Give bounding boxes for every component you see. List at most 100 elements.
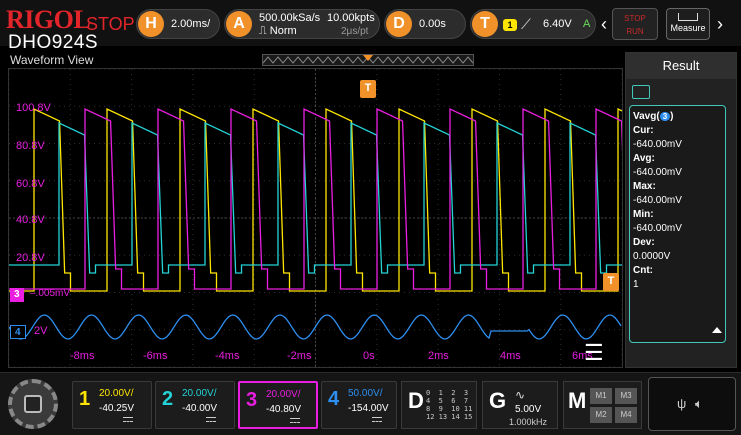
result-title: Result: [626, 53, 736, 79]
measure-type-icon[interactable]: [632, 85, 650, 99]
trigger-button[interactable]: T 6.40V A: [470, 9, 596, 39]
menu-icon[interactable]: ☰: [584, 340, 604, 366]
horizontal-timebase-button[interactable]: H 2.00ms/: [136, 9, 220, 39]
result-label: Cur:: [633, 125, 654, 136]
rising-edge-icon: ⟋: [521, 16, 531, 32]
ch3-offset: -40.80V: [266, 404, 302, 415]
trigger-position-marker[interactable]: T: [360, 80, 376, 98]
result-label: Max:: [633, 181, 656, 192]
result-value: 0.0000V: [633, 251, 671, 262]
ch4-scale: 50.00V/: [348, 388, 383, 399]
math-m3-button[interactable]: M3: [615, 388, 637, 404]
trigger-level-marker[interactable]: T: [603, 273, 619, 291]
ch2-scale: 20.00V/: [182, 388, 217, 399]
dc-coupling-icon: [372, 417, 382, 422]
result-value: -640.00mV: [633, 167, 682, 178]
result-label: Cnt:: [633, 265, 653, 276]
stop-label: STOP: [624, 14, 646, 23]
memory-position-strip[interactable]: [262, 54, 474, 66]
chevron-right-icon[interactable]: ›: [714, 10, 726, 38]
math-m4-button[interactable]: M4: [615, 407, 637, 423]
ch4-number: 4: [328, 388, 340, 410]
delay-value: 0.00s: [419, 18, 446, 30]
ch4-marker-num: 4: [15, 327, 21, 338]
ch2-number: 2: [162, 388, 174, 410]
horizontal-badge: H: [138, 11, 164, 37]
ch3-number: 3: [246, 389, 258, 411]
expand-up-icon[interactable]: [712, 327, 722, 333]
ch3-offset-marker[interactable]: 3: [10, 288, 24, 302]
usb-icon: ψ: [677, 396, 687, 411]
waveform-plot-area[interactable]: [8, 68, 623, 368]
volt-label: 80.8V: [16, 140, 45, 152]
ch3-scale: 20.00V/: [266, 389, 301, 400]
ch3-settings[interactable]: 3 20.00V/ -40.80V: [238, 381, 318, 429]
generator-label: G: [489, 388, 507, 413]
ch1-settings[interactable]: 1 20.00V/ -40.25V: [72, 381, 152, 429]
time-label: -6ms: [143, 350, 168, 362]
settings-gear-icon[interactable]: [8, 379, 58, 429]
generator-button[interactable]: G ∿ 5.00V 1.000kHz: [482, 381, 558, 429]
system-status-area[interactable]: ψ 🔈︎: [648, 377, 736, 431]
result-value: -640.00mV: [633, 139, 682, 150]
volt-label: 100.8V: [16, 102, 51, 114]
delay-button[interactable]: D 0.00s: [384, 9, 466, 39]
memory-strip-pattern: [263, 55, 473, 64]
model-name: DHO924S: [8, 32, 99, 53]
dc-coupling-icon: [290, 418, 300, 423]
acquire-mode: ⎍ Norm: [259, 25, 297, 37]
ch4-settings[interactable]: 4 50.00V/ -154.00V: [321, 381, 397, 429]
ch4-offset: -154.00V: [348, 403, 389, 414]
speaker-mute-icon[interactable]: 🔈︎: [695, 396, 703, 412]
result-label: Avg:: [633, 153, 655, 164]
result-value: 1: [633, 279, 639, 290]
result-value: -640.00mV: [633, 223, 682, 234]
measurement-name: Vavg(3): [633, 111, 674, 122]
measurement-card[interactable]: Vavg(3) Cur: -640.00mV Avg: -640.00mV Ma…: [629, 105, 726, 343]
dc-coupling-icon: [206, 417, 216, 422]
run-label: RUN: [626, 27, 644, 36]
time-label: 2ms: [428, 350, 449, 362]
digital-channels-button[interactable]: D 0 1 2 3 4 5 6 7 8 9 10 11 12 13 14 15: [401, 381, 477, 429]
sample-rate: 500.00kSa/s: [259, 12, 321, 24]
trigger-source-badge: 1: [503, 19, 517, 31]
measurement-func: Vavg(: [633, 111, 660, 122]
generator-amplitude: 5.00V: [515, 404, 542, 415]
acquire-button[interactable]: A 500.00kSa/s ⎍ Norm 10.00kpts 2μs/pt: [224, 9, 380, 39]
acquire-badge: A: [226, 11, 252, 37]
ch2-offset: -40.00V: [182, 403, 218, 414]
top-status-bar: RIGOL STOP DHO924S H 2.00ms/ A 500.00kSa…: [0, 0, 741, 52]
measurement-channel: 3: [659, 112, 671, 121]
result-panel: Result Vavg(3) Cur: -640.00mV Avg: -640.…: [625, 52, 737, 368]
time-label: -4ms: [215, 350, 240, 362]
math-m2-button[interactable]: M2: [590, 407, 612, 423]
measure-label: Measure: [670, 23, 706, 33]
time-label: 0s: [363, 350, 375, 362]
ch4-offset-marker[interactable]: 4: [10, 325, 26, 339]
ch1-scale: 20.00V/: [99, 388, 134, 399]
result-label: Min:: [633, 209, 654, 220]
ch2-settings[interactable]: 2 20.00V/ -40.00V: [155, 381, 235, 429]
time-label: -8ms: [70, 350, 95, 362]
brand-logo: RIGOL: [6, 5, 91, 34]
result-label: Dev:: [633, 237, 655, 248]
ch3-marker-num: 3: [14, 289, 20, 300]
time-resolution: 2μs/pt: [341, 26, 369, 37]
time-label: 4ms: [500, 350, 521, 362]
measure-button[interactable]: Measure: [666, 8, 710, 40]
digital-channel-grid: 0 1 2 3 4 5 6 7 8 9 10 11 12 13 14 15: [426, 389, 473, 421]
ruler-icon: [678, 13, 698, 21]
math-m1-button[interactable]: M1: [590, 388, 612, 404]
math-button[interactable]: M M1 M3 M2 M4: [563, 381, 642, 429]
volt-label: 60.8V: [16, 178, 45, 190]
timebase-value: 2.00ms/: [171, 18, 211, 30]
result-value: -640.00mV: [633, 195, 682, 206]
stop-run-button[interactable]: STOP RUN: [612, 8, 658, 40]
math-label: M: [568, 388, 587, 413]
ch1-number: 1: [79, 388, 91, 410]
delay-badge: D: [386, 11, 412, 37]
chevron-left-icon[interactable]: ‹: [598, 10, 610, 38]
volt-label: 40.8V: [16, 214, 45, 226]
waveform-view-title: Waveform View: [10, 53, 94, 67]
bottom-channel-bar: 1 20.00V/ -40.25V 2 20.00V/ -40.00V 3 20…: [0, 372, 741, 435]
